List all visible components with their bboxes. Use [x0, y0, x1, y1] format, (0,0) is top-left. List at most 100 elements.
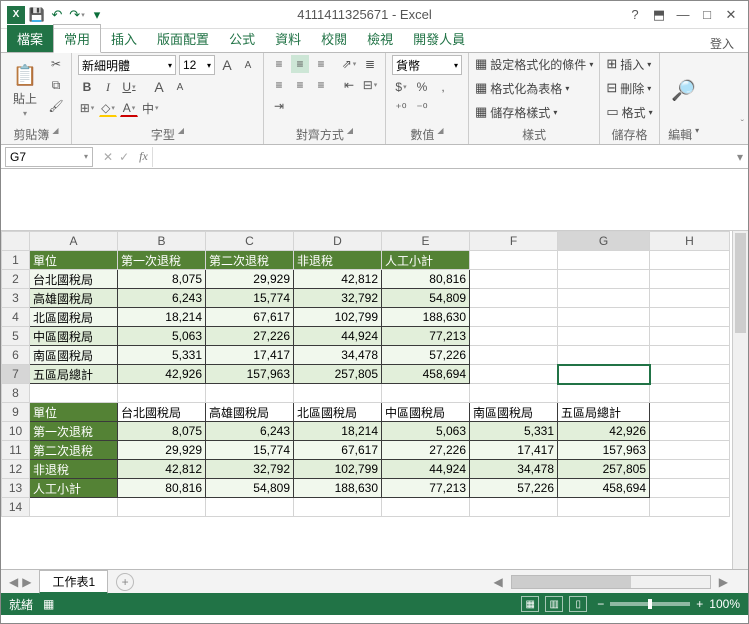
tab-home[interactable]: 常用: [53, 24, 101, 53]
insert-cells-button[interactable]: ⊞插入▾: [606, 55, 652, 73]
cell-C8[interactable]: [206, 384, 294, 403]
tab-layout[interactable]: 版面配置: [147, 25, 219, 52]
underline-button[interactable]: U: [120, 78, 138, 96]
view-page-break-button[interactable]: ▯: [569, 596, 587, 612]
cell-F4[interactable]: [470, 308, 558, 327]
cell-D13[interactable]: 188,630: [294, 479, 382, 498]
row-header-5[interactable]: 5: [2, 327, 30, 346]
decrease-indent-button[interactable]: ⇤: [340, 76, 358, 94]
row-header-11[interactable]: 11: [2, 441, 30, 460]
cell-H2[interactable]: [650, 270, 730, 289]
cell-C3[interactable]: 15,774: [206, 289, 294, 308]
cell-F12[interactable]: 34,478: [470, 460, 558, 479]
cell-G12[interactable]: 257,805: [558, 460, 650, 479]
cell-G2[interactable]: [558, 270, 650, 289]
cell-A9[interactable]: 單位: [30, 403, 118, 422]
row-header-7[interactable]: 7: [2, 365, 30, 384]
cut-button[interactable]: ✂: [47, 55, 65, 73]
tab-file[interactable]: 檔案: [7, 25, 53, 52]
tab-formulas[interactable]: 公式: [219, 25, 265, 52]
cell-E1[interactable]: 人工小計: [382, 251, 470, 270]
align-center-button[interactable]: ≡: [291, 76, 309, 94]
cell-H9[interactable]: [650, 403, 730, 422]
cell-G13[interactable]: 458,694: [558, 479, 650, 498]
cell-F8[interactable]: [470, 384, 558, 403]
column-header-F[interactable]: F: [470, 232, 558, 251]
align-bottom-button[interactable]: ≡: [312, 55, 330, 73]
sheet-nav-prev-icon[interactable]: ◀: [9, 575, 18, 589]
number-format-select[interactable]: 貨幣▾: [392, 55, 462, 75]
cell-E13[interactable]: 77,213: [382, 479, 470, 498]
cell-D5[interactable]: 44,924: [294, 327, 382, 346]
cell-A2[interactable]: 台北國稅局: [30, 270, 118, 289]
paste-button[interactable]: 📋貼上▾: [7, 55, 43, 125]
cell-E10[interactable]: 5,063: [382, 422, 470, 441]
cell-H12[interactable]: [650, 460, 730, 479]
cell-E9[interactable]: 中區國稅局: [382, 403, 470, 422]
align-right-button[interactable]: ≡: [312, 76, 330, 94]
minimize-button[interactable]: —: [676, 7, 690, 22]
column-header-H[interactable]: H: [650, 232, 730, 251]
font-color-button[interactable]: A: [120, 99, 138, 117]
comma-button[interactable]: ,: [434, 78, 452, 96]
cell-A7[interactable]: 五區局總計: [30, 365, 118, 384]
increase-font-button[interactable]: A: [218, 56, 236, 74]
tab-scroll-left-icon[interactable]: ◀: [490, 575, 507, 589]
column-header-G[interactable]: G: [558, 232, 650, 251]
decrease-font-alt[interactable]: A: [171, 78, 189, 96]
cell-E6[interactable]: 57,226: [382, 346, 470, 365]
format-as-table-button[interactable]: ▦格式化為表格▾: [475, 79, 593, 97]
row-header-1[interactable]: 1: [2, 251, 30, 270]
delete-cells-button[interactable]: ⊟刪除▾: [606, 79, 652, 97]
cell-D4[interactable]: 102,799: [294, 308, 382, 327]
cell-D12[interactable]: 102,799: [294, 460, 382, 479]
row-header-8[interactable]: 8: [2, 384, 30, 403]
cell-A4[interactable]: 北區國稅局: [30, 308, 118, 327]
cell-D1[interactable]: 非退稅: [294, 251, 382, 270]
cell-H6[interactable]: [650, 346, 730, 365]
border-button[interactable]: ⊞: [78, 99, 96, 117]
cell-F14[interactable]: [470, 498, 558, 517]
cell-E12[interactable]: 44,924: [382, 460, 470, 479]
row-header-3[interactable]: 3: [2, 289, 30, 308]
ribbon-options-button[interactable]: ⬒: [652, 7, 666, 23]
cell-E8[interactable]: [382, 384, 470, 403]
cell-C4[interactable]: 67,617: [206, 308, 294, 327]
cell-G10[interactable]: 42,926: [558, 422, 650, 441]
expand-formula-bar-icon[interactable]: ▾: [732, 150, 748, 164]
cell-H13[interactable]: [650, 479, 730, 498]
cell-E14[interactable]: [382, 498, 470, 517]
cell-G5[interactable]: [558, 327, 650, 346]
currency-button[interactable]: $: [392, 78, 410, 96]
vertical-scrollbar[interactable]: [732, 231, 748, 569]
tab-insert[interactable]: 插入: [101, 25, 147, 52]
cell-H8[interactable]: [650, 384, 730, 403]
merge-button[interactable]: ⊟: [361, 76, 379, 94]
cell-B4[interactable]: 18,214: [118, 308, 206, 327]
select-all-corner[interactable]: [2, 232, 30, 251]
cell-A14[interactable]: [30, 498, 118, 517]
cell-E3[interactable]: 54,809: [382, 289, 470, 308]
cell-B14[interactable]: [118, 498, 206, 517]
cell-G3[interactable]: [558, 289, 650, 308]
cell-C12[interactable]: 32,792: [206, 460, 294, 479]
cell-A11[interactable]: 第二次退稅: [30, 441, 118, 460]
cell-C9[interactable]: 高雄國稅局: [206, 403, 294, 422]
name-box[interactable]: G7▾: [5, 147, 93, 167]
cell-H5[interactable]: [650, 327, 730, 346]
cell-H11[interactable]: [650, 441, 730, 460]
font-launcher-icon[interactable]: ◢: [178, 126, 184, 143]
cell-B5[interactable]: 5,063: [118, 327, 206, 346]
save-icon[interactable]: 💾: [29, 7, 45, 23]
align-left-button[interactable]: ≡: [270, 76, 288, 94]
cell-A3[interactable]: 高雄國稅局: [30, 289, 118, 308]
row-header-10[interactable]: 10: [2, 422, 30, 441]
cell-F11[interactable]: 17,417: [470, 441, 558, 460]
cell-F1[interactable]: [470, 251, 558, 270]
cell-C5[interactable]: 27,226: [206, 327, 294, 346]
find-select-button[interactable]: 🔎: [666, 55, 702, 125]
sheet-nav-next-icon[interactable]: ▶: [22, 575, 31, 589]
cell-F2[interactable]: [470, 270, 558, 289]
orientation-button[interactable]: ⇗: [340, 55, 358, 73]
spreadsheet-grid[interactable]: ABCDEFGH1單位第一次退稅第二次退稅非退稅人工小計2台北國稅局8,0752…: [1, 231, 748, 569]
